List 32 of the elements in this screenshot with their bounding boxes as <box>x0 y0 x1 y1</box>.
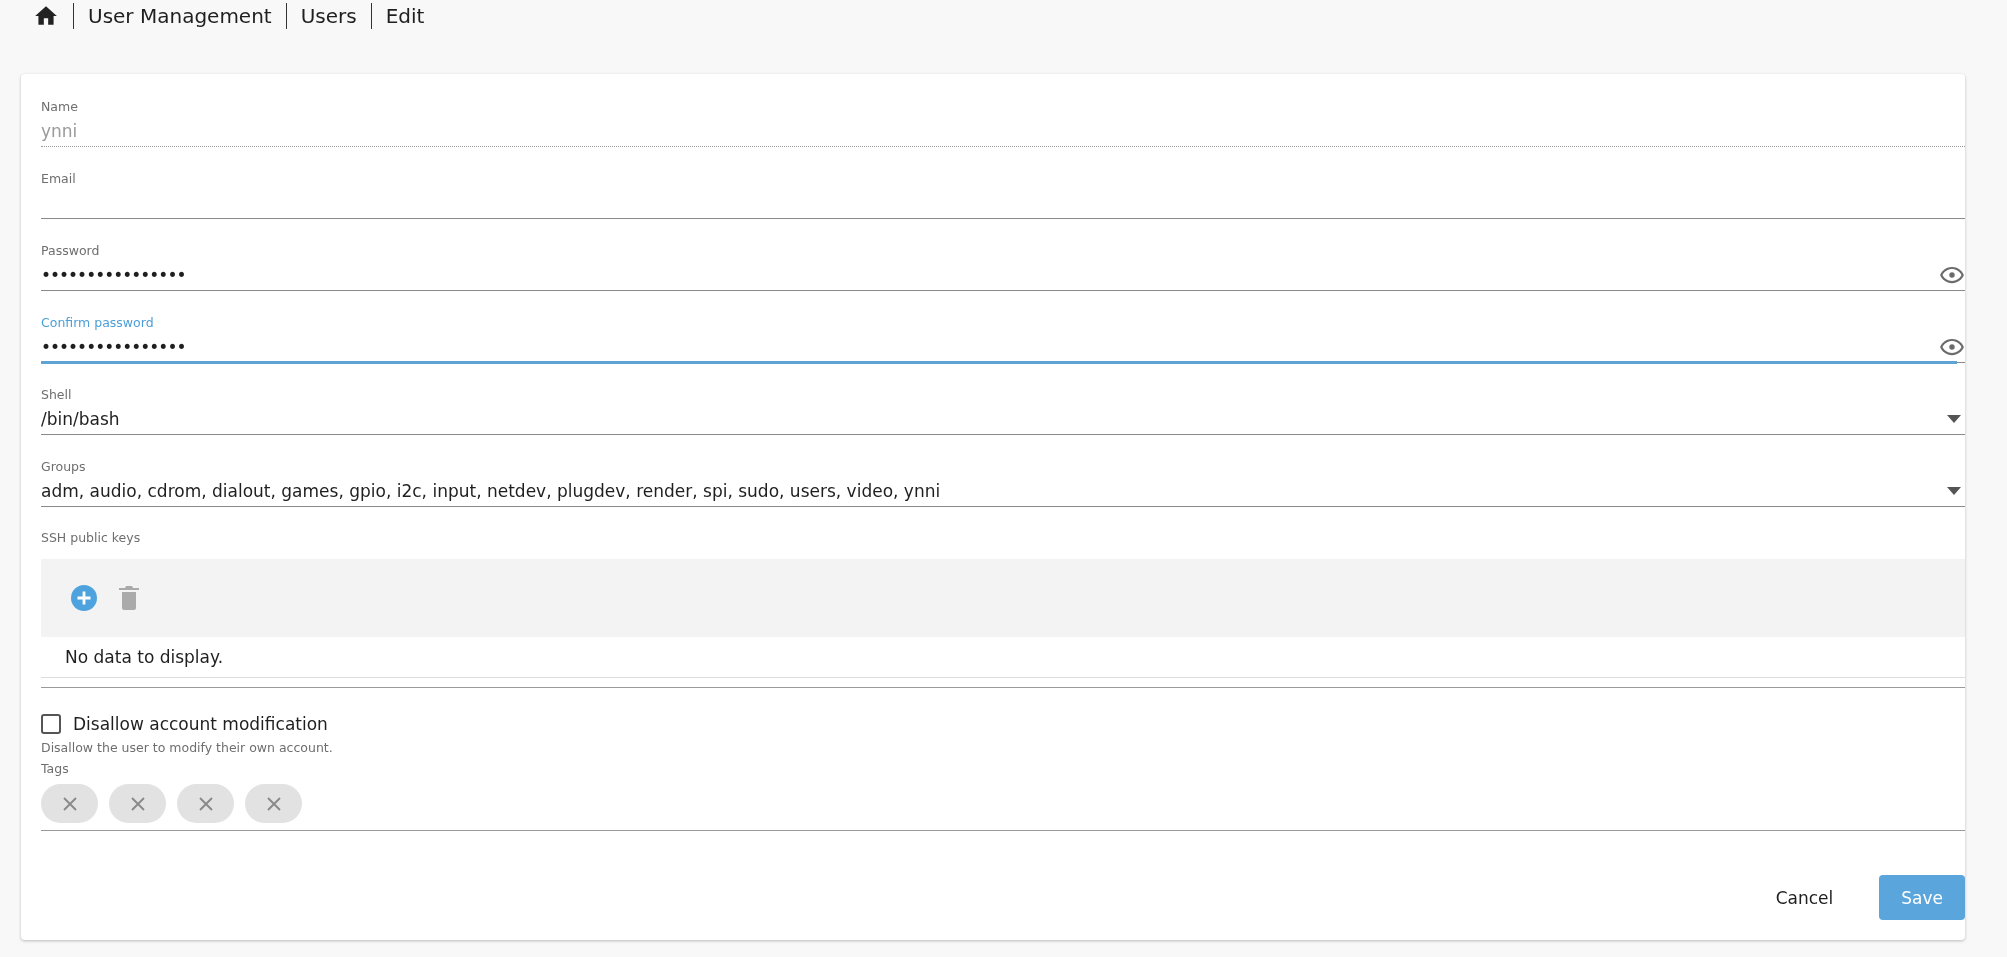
close-icon <box>62 796 77 811</box>
checkbox-label: Disallow account modification <box>73 714 328 734</box>
field-label: Confirm password <box>41 315 155 332</box>
close-icon <box>198 796 213 811</box>
tag-chip[interactable] <box>109 784 166 823</box>
breadcrumb-link[interactable]: User Management <box>73 3 286 29</box>
close-icon <box>130 796 145 811</box>
close-icon <box>266 796 281 811</box>
trash-icon[interactable] <box>119 586 139 610</box>
tag-chip[interactable] <box>41 784 98 823</box>
input-field[interactable]: •••••••••••••••• <box>41 260 1965 291</box>
field-label: Email <box>41 171 77 188</box>
field-label: SSH public keys <box>41 529 142 547</box>
breadcrumb-link[interactable]: Edit <box>370 3 439 29</box>
dropdown-caret-icon[interactable] <box>1947 487 1961 495</box>
breadcrumb-link[interactable]: Users <box>285 3 371 29</box>
tag-chip[interactable] <box>245 784 302 823</box>
field-label: Password <box>41 243 101 260</box>
cancel-button[interactable]: Cancel <box>1753 875 1856 920</box>
checkbox[interactable] <box>41 714 61 734</box>
field-label: Tags <box>41 761 70 776</box>
dropdown-field[interactable]: adm, audio, cdrom, dialout, games, gpio, i2c, input, netdev, plugdev, render, spi, sudo, users, video, ynni <box>41 476 1965 507</box>
dropdown-field[interactable]: /bin/bash <box>41 404 1965 435</box>
empty-message: No data to display. <box>41 637 1965 678</box>
add-icon[interactable] <box>71 585 97 611</box>
hint-text: Disallow the user to modify their own account. <box>41 740 334 755</box>
dropdown-caret-icon[interactable] <box>1947 415 1961 423</box>
input-field[interactable]: •••••••••••••••• <box>41 332 1965 363</box>
field-label: Groups <box>41 459 87 476</box>
field-label: Shell <box>41 387 73 404</box>
tag-chip[interactable] <box>177 784 234 823</box>
field-label: Name <box>41 99 79 116</box>
